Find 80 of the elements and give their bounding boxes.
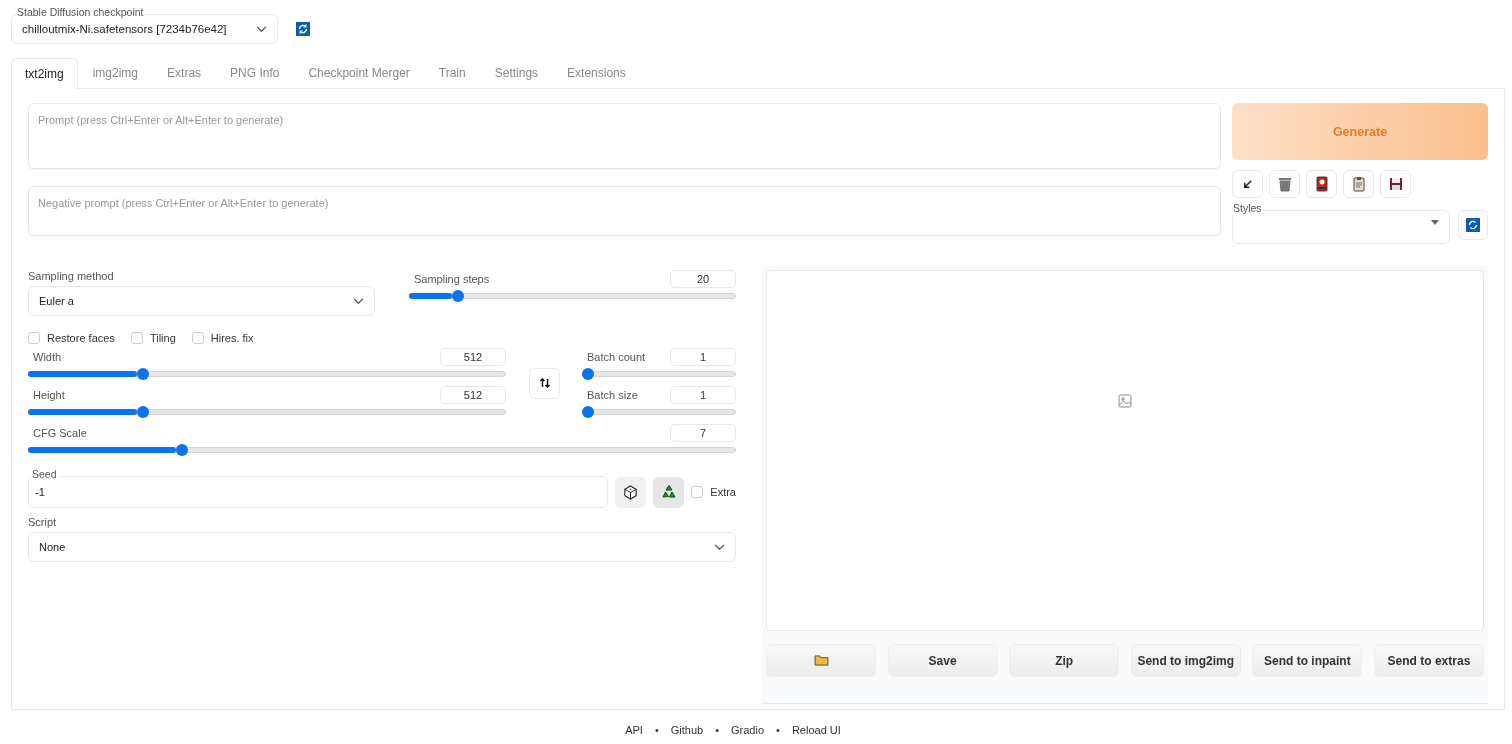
dice-button[interactable] bbox=[615, 476, 647, 508]
checkbox[interactable] bbox=[28, 332, 40, 344]
field-label: Stable Diffusion checkpoint bbox=[16, 6, 145, 18]
field-label: Seed bbox=[31, 468, 58, 480]
chevron-down-icon bbox=[714, 543, 725, 551]
recycle-button[interactable] bbox=[653, 476, 685, 508]
checkbox[interactable] bbox=[130, 332, 143, 344]
tab[interactable]: Checkpoint Merger bbox=[294, 58, 424, 88]
refresh-icon bbox=[296, 22, 310, 36]
save-style-button[interactable] bbox=[1380, 170, 1411, 198]
swap-arrows-icon bbox=[538, 377, 551, 389]
slider-label: Sampling steps bbox=[414, 273, 490, 285]
clipboard-icon bbox=[1352, 176, 1365, 192]
slider[interactable] bbox=[28, 406, 506, 418]
separator: • bbox=[776, 724, 780, 736]
negative-prompt-field[interactable]: Negative prompt (press Ctrl+Enter or Alt+Enter to generate) bbox=[28, 186, 1221, 236]
slider[interactable] bbox=[28, 368, 506, 380]
footer-link[interactable]: Reload UI bbox=[791, 724, 841, 736]
separator: • bbox=[654, 724, 659, 736]
chevron-down-icon bbox=[256, 25, 267, 33]
number-field[interactable]: 20 bbox=[670, 270, 736, 288]
slider-label: Height bbox=[33, 389, 65, 401]
output-button[interactable]: Save bbox=[887, 644, 998, 677]
tab[interactable]: Train bbox=[424, 58, 480, 88]
tab[interactable]: Extras bbox=[153, 58, 216, 88]
recycle-icon bbox=[660, 484, 677, 500]
slider-label: Width bbox=[33, 351, 62, 363]
book-button[interactable] bbox=[1306, 170, 1337, 198]
trash-icon bbox=[1277, 176, 1292, 192]
tab[interactable]: Settings bbox=[480, 58, 553, 88]
output-button[interactable]: Send to inpaint bbox=[1252, 644, 1363, 677]
number-field[interactable]: 7 bbox=[670, 424, 736, 442]
output-button[interactable]: Send to img2img bbox=[1130, 644, 1241, 677]
refresh-icon bbox=[1466, 218, 1480, 232]
number-field[interactable]: 512 bbox=[440, 386, 506, 404]
sampling-method-dropdown[interactable]: Euler a bbox=[28, 286, 375, 316]
arrow-icon bbox=[1242, 178, 1253, 190]
field-label: Styles bbox=[1232, 202, 1263, 214]
refresh-button[interactable] bbox=[1458, 210, 1488, 240]
folder-icon bbox=[813, 655, 829, 666]
field-label: Script bbox=[28, 516, 58, 528]
footer-link[interactable]: Gradio bbox=[731, 724, 765, 736]
checkbox-label: Hires. fix bbox=[210, 332, 254, 344]
slider[interactable] bbox=[409, 290, 736, 302]
slider-label: Batch count bbox=[587, 351, 646, 363]
tab[interactable]: txt2img bbox=[11, 58, 78, 89]
script-dropdown[interactable]: None bbox=[28, 532, 736, 562]
slider[interactable] bbox=[582, 406, 736, 418]
checkbox-label: Tiling bbox=[149, 332, 176, 344]
slider[interactable] bbox=[582, 368, 736, 380]
image-placeholder-icon bbox=[1118, 393, 1132, 408]
refresh-button[interactable] bbox=[296, 22, 310, 36]
output-button[interactable]: Zip bbox=[1009, 644, 1120, 677]
trash-button[interactable] bbox=[1269, 170, 1300, 198]
prompt-field[interactable]: Prompt (press Ctrl+Enter or Alt+Enter to generate) bbox=[28, 103, 1221, 169]
tab[interactable]: Extensions bbox=[553, 58, 640, 88]
checkbox[interactable] bbox=[191, 332, 204, 344]
slider-label: Batch size bbox=[587, 389, 638, 401]
slider-label: CFG Scale bbox=[33, 427, 87, 439]
footer-link[interactable]: Github bbox=[670, 724, 704, 736]
checkbox-label: Extra bbox=[710, 486, 736, 498]
number-field[interactable]: 1 bbox=[670, 386, 736, 404]
checkbox-label: Restore faces bbox=[47, 332, 115, 344]
separator: • bbox=[715, 724, 720, 736]
checkbox[interactable] bbox=[691, 486, 704, 498]
number-field[interactable]: 512 bbox=[440, 348, 506, 366]
clipboard-button[interactable] bbox=[1343, 170, 1374, 198]
tab[interactable]: PNG Info bbox=[216, 58, 294, 88]
book-icon bbox=[1315, 176, 1328, 192]
swap-button[interactable] bbox=[529, 367, 560, 399]
output-button[interactable]: Send to extras bbox=[1373, 644, 1484, 677]
slider[interactable] bbox=[28, 444, 736, 456]
caret-icon bbox=[1431, 220, 1439, 225]
field-label: Sampling method bbox=[28, 270, 115, 282]
number-field[interactable]: 1 bbox=[670, 348, 736, 366]
chevron-down-icon bbox=[353, 297, 364, 305]
arrow-button[interactable] bbox=[1232, 170, 1263, 198]
footer-link[interactable]: API bbox=[625, 724, 643, 736]
tab[interactable]: img2img bbox=[78, 58, 153, 88]
dice-icon bbox=[623, 484, 639, 500]
